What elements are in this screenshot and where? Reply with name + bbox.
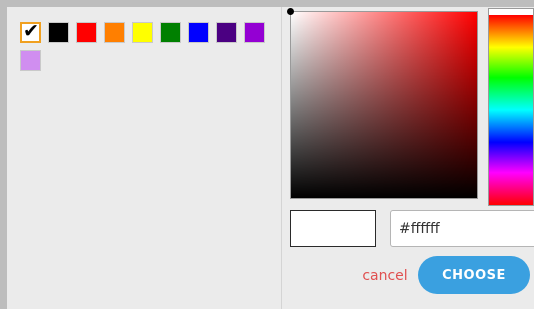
swatch-blue[interactable] [188,22,209,43]
swatch-orange[interactable] [104,22,125,43]
color-preview [290,210,376,247]
swatch-black[interactable] [48,22,69,43]
hue-slider-track [489,15,533,205]
swatch-violet[interactable] [244,22,265,43]
cancel-button[interactable]: cancel [355,265,415,287]
swatch-indigo[interactable] [216,22,237,43]
hue-slider[interactable] [488,8,534,206]
panel-divider [281,7,282,309]
swatch-green[interactable] [160,22,181,43]
saturation-value-handle[interactable] [287,8,294,15]
swatch-white[interactable]: ✔ [20,22,41,43]
hex-input[interactable] [390,210,534,247]
choose-button[interactable]: CHOOSE [418,256,530,294]
swatch-red[interactable] [76,22,97,43]
check-icon: ✔ [23,20,39,42]
swatch-light-purple[interactable] [20,50,41,71]
swatch-yellow[interactable] [132,22,153,43]
saturation-value-field[interactable] [287,8,478,199]
